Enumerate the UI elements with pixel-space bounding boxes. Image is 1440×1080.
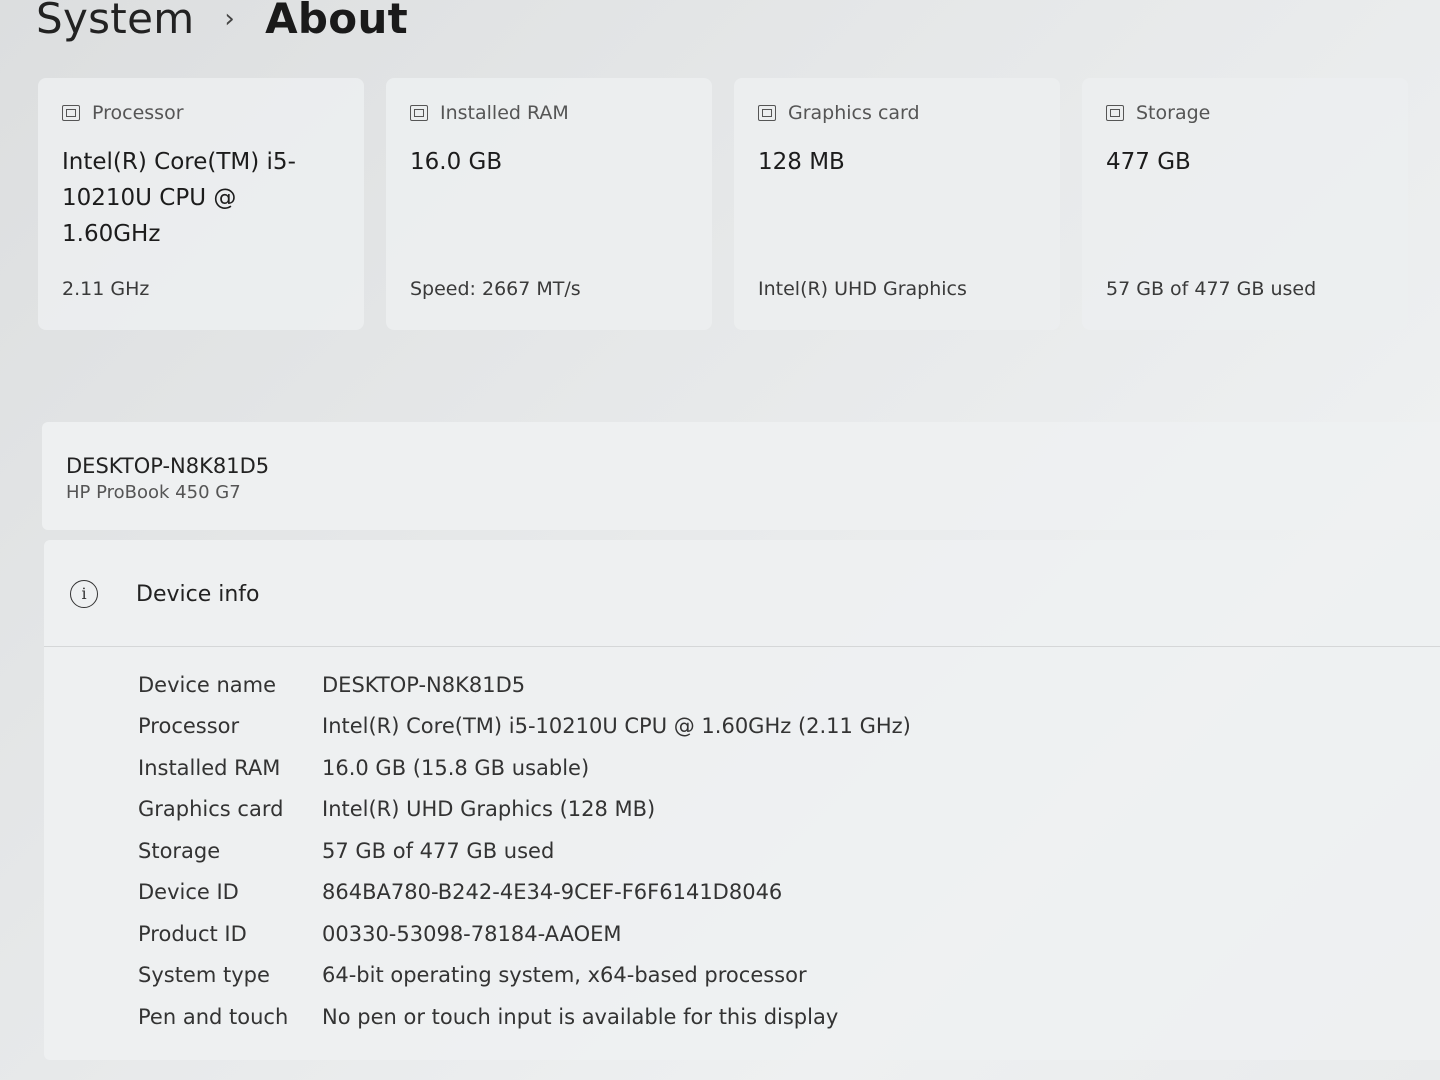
- spec-key: Graphics card: [138, 797, 284, 822]
- spec-row: Processor Intel(R) Core(TM) i5-10210U CP…: [138, 706, 1138, 748]
- device-info-title: Device info: [136, 582, 260, 607]
- storage-card: Storage 477 GB 57 GB of 477 GB used: [1082, 78, 1408, 330]
- card-value: 16.0 GB: [410, 149, 503, 175]
- spec-value: 16.0 GB (15.8 GB usable): [322, 755, 590, 780]
- spec-key: Pen and touch: [138, 1004, 289, 1029]
- card-label: Storage: [1136, 102, 1211, 124]
- spec-key: System type: [138, 963, 270, 988]
- spec-cards: Processor Intel(R) Core(TM) i5-10210U CP…: [38, 78, 1408, 330]
- spec-key: Device name: [138, 672, 277, 697]
- card-header: Processor: [62, 102, 184, 124]
- spec-value: Intel(R) Core(TM) i5-10210U CPU @ 1.60GH…: [322, 714, 911, 739]
- spec-value: 864BA780-B242-4E34-9CEF-F6F6141D8046: [322, 880, 783, 905]
- spec-value: 00330-53098-78184-AAOEM: [322, 921, 622, 946]
- device-name-card[interactable]: DESKTOP-N8K81D5 HP ProBook 450 G7: [42, 422, 1440, 530]
- spec-value: No pen or touch input is available for t…: [322, 1004, 839, 1029]
- spec-row: Pen and touch No pen or touch input is a…: [138, 996, 1138, 1038]
- spec-value: DESKTOP-N8K81D5: [322, 672, 526, 697]
- card-subtext: Intel(R) UHD Graphics: [758, 278, 967, 300]
- spec-value: 57 GB of 477 GB used: [322, 838, 555, 863]
- device-info-panel: i Device info Device name DESKTOP-N8K81D…: [44, 540, 1440, 1060]
- card-label: Graphics card: [788, 102, 920, 124]
- spec-row: System type 64-bit operating system, x64…: [138, 955, 1138, 997]
- ram-icon: [410, 105, 428, 121]
- device-info-header[interactable]: i Device info: [44, 540, 1440, 647]
- device-model: HP ProBook 450 G7: [66, 482, 241, 503]
- ram-card: Installed RAM 16.0 GB Speed: 2667 MT/s: [386, 78, 712, 330]
- page-title: About: [265, 0, 409, 43]
- spec-row: Graphics card Intel(R) UHD Graphics (128…: [138, 789, 1138, 831]
- breadcrumb-system[interactable]: System: [36, 0, 194, 43]
- card-label: Processor: [92, 102, 184, 124]
- spec-row: Device name DESKTOP-N8K81D5: [138, 664, 1138, 706]
- breadcrumb: System › About: [36, 0, 408, 43]
- card-subtext: Speed: 2667 MT/s: [410, 278, 581, 300]
- spec-key: Device ID: [138, 880, 239, 905]
- spec-row: Product ID 00330-53098-78184-AAOEM: [138, 913, 1138, 955]
- spec-key: Installed RAM: [138, 755, 281, 780]
- breadcrumb-separator: ›: [224, 3, 236, 34]
- spec-value: Intel(R) UHD Graphics (128 MB): [322, 797, 656, 822]
- info-icon: i: [70, 580, 98, 608]
- spec-value: 64-bit operating system, x64-based proce…: [322, 963, 807, 988]
- spec-row: Device ID 864BA780-B242-4E34-9CEF-F6F614…: [138, 872, 1138, 914]
- card-label: Installed RAM: [440, 102, 569, 124]
- spec-key: Storage: [138, 838, 221, 863]
- processor-icon: [62, 105, 80, 121]
- spec-key: Product ID: [138, 921, 247, 946]
- device-name: DESKTOP-N8K81D5: [66, 454, 270, 478]
- card-value: 128 MB: [758, 149, 845, 175]
- storage-icon: [1106, 105, 1124, 121]
- spec-row: Installed RAM 16.0 GB (15.8 GB usable): [138, 747, 1138, 789]
- card-subtext: 2.11 GHz: [62, 278, 150, 300]
- spec-row: Storage 57 GB of 477 GB used: [138, 830, 1138, 872]
- graphics-card-card: Graphics card 128 MB Intel(R) UHD Graphi…: [734, 78, 1060, 330]
- card-value: 477 GB: [1106, 149, 1191, 175]
- card-value: Intel(R) Core(TM) i5-10210U CPU @ 1.60GH…: [62, 149, 296, 247]
- card-header: Storage: [1106, 102, 1210, 124]
- processor-card: Processor Intel(R) Core(TM) i5-10210U CP…: [38, 78, 364, 330]
- graphics-card-icon: [758, 105, 776, 121]
- spec-key: Processor: [138, 714, 240, 739]
- device-specs-list: Device name DESKTOP-N8K81D5 Processor In…: [138, 664, 1138, 1038]
- card-header: Installed RAM: [410, 102, 569, 124]
- card-header: Graphics card: [758, 102, 920, 124]
- about-page: System › About Processor Intel(R) Core(T…: [0, 0, 1440, 1080]
- card-subtext: 57 GB of 477 GB used: [1106, 278, 1317, 300]
